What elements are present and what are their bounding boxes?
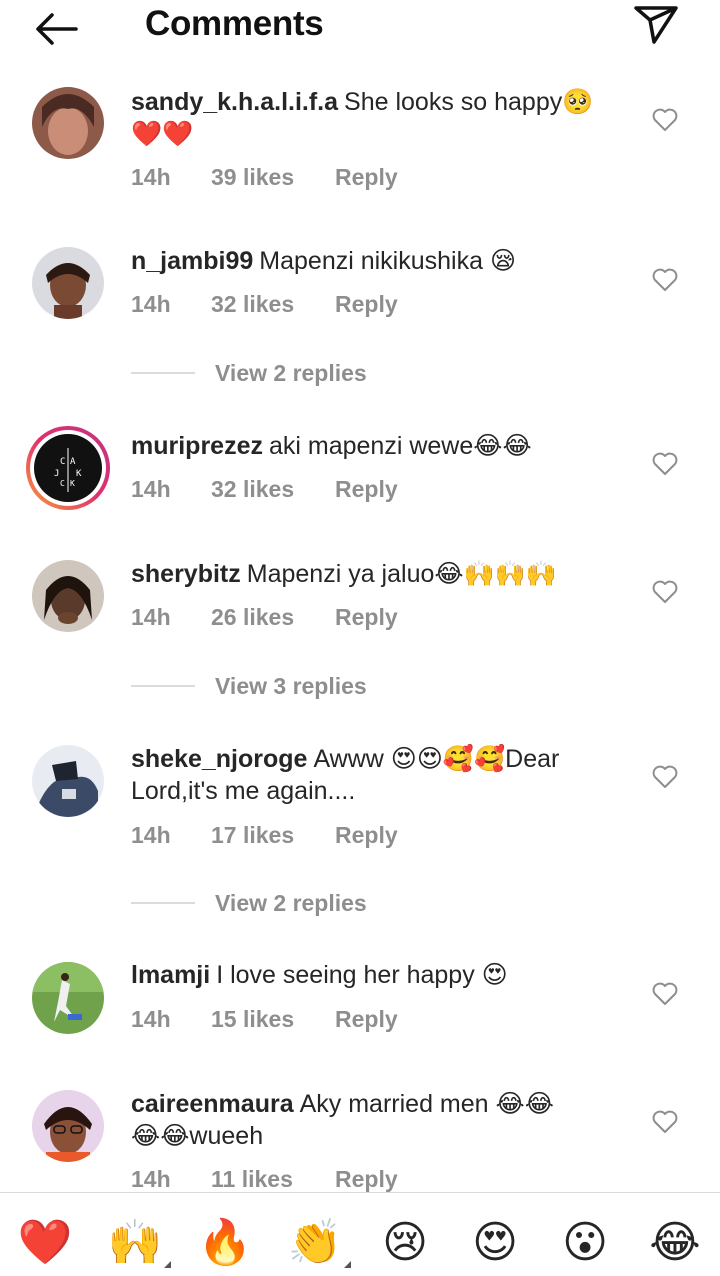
comment-username[interactable]: sheke_njoroge: [131, 745, 307, 773]
comment-likes[interactable]: 39 likes: [211, 164, 335, 191]
svg-text:C: C: [60, 457, 65, 467]
comment-text: lmamji I love seeing her happy 😍: [131, 959, 621, 991]
divider-line: [131, 902, 195, 904]
heart-emoji-button[interactable]: ❤️: [17, 1215, 73, 1271]
view-replies-label: View 3 replies: [215, 672, 367, 699]
comment-meta: 14h 39 likes Reply: [131, 164, 398, 191]
view-replies-button[interactable]: View 2 replies: [131, 888, 367, 918]
avatar[interactable]: [32, 1090, 104, 1162]
comment-body: I love seeing her happy 😍: [216, 961, 508, 989]
crying-emoji-button[interactable]: 😢: [377, 1215, 433, 1271]
comment-username[interactable]: caireenmaura: [131, 1090, 294, 1118]
skin-tone-indicator-icon: [344, 1261, 351, 1268]
comment-time: 14h: [131, 476, 171, 502]
reply-button[interactable]: Reply: [335, 1006, 398, 1033]
comment-body: She looks so happy🥺: [344, 88, 594, 116]
like-heart-icon[interactable]: [652, 452, 678, 476]
comment-meta: 14h 17 likes Reply: [131, 822, 398, 849]
comment-likes[interactable]: 15 likes: [211, 1006, 335, 1033]
reply-button[interactable]: Reply: [335, 604, 398, 631]
reply-button[interactable]: Reply: [335, 476, 398, 503]
comment-body: Awww 😍😍🥰🥰Dear: [313, 745, 560, 773]
comment-likes[interactable]: 11 likes: [211, 1166, 335, 1193]
svg-text:K: K: [70, 479, 75, 488]
reply-button[interactable]: Reply: [335, 1166, 398, 1193]
comment-username[interactable]: n_jambi99: [131, 247, 253, 275]
divider-line: [131, 685, 195, 687]
surprised-emoji-button[interactable]: 😮: [557, 1215, 613, 1271]
reply-button[interactable]: Reply: [335, 822, 398, 849]
heart-eyes-emoji-button[interactable]: 😍: [467, 1215, 523, 1271]
send-icon[interactable]: [632, 2, 680, 46]
like-heart-icon[interactable]: [652, 108, 678, 132]
page-title: Comments: [145, 4, 324, 43]
comment-body: Mapenzi nikikushika 😪: [259, 247, 517, 275]
avatar[interactable]: [32, 87, 104, 159]
emoji-reaction-bar: ❤️ 🙌 🔥 👏 😢 😍 😮 😂: [0, 1192, 720, 1276]
avatar[interactable]: [32, 560, 104, 632]
avatar[interactable]: [32, 247, 104, 319]
comment-text: sandy_k.h.a.l.i.f.a She looks so happy🥺 ❤…: [131, 86, 621, 150]
comment-meta: 14h 26 likes Reply: [131, 604, 398, 631]
comment-text: muriprezez aki mapenzi wewe😂😂: [131, 430, 621, 462]
comment-meta: 14h 32 likes Reply: [131, 291, 398, 318]
comment-text: caireenmaura Aky married men 😂😂 😂😂wueeh: [131, 1088, 621, 1152]
comment-body: aki mapenzi wewe😂😂: [268, 432, 532, 460]
svg-text:C: C: [60, 479, 65, 488]
comment-meta: 14h 11 likes Reply: [131, 1166, 398, 1193]
comment-meta: 14h 32 likes Reply: [131, 476, 398, 503]
comment-likes[interactable]: 32 likes: [211, 291, 335, 318]
reply-button[interactable]: Reply: [335, 164, 398, 191]
skin-tone-indicator-icon: [164, 1261, 171, 1268]
comment-time: 14h: [131, 604, 171, 630]
like-heart-icon[interactable]: [652, 1110, 678, 1134]
comment-body: Mapenzi ya jaluo😂🙌🙌🙌: [246, 560, 557, 588]
svg-text:A: A: [70, 457, 76, 467]
comment-username[interactable]: muriprezez: [131, 432, 263, 460]
avatar[interactable]: [32, 962, 104, 1034]
comment-body-line2: Lord,it's me again....: [131, 777, 356, 805]
comment-text: sheke_njoroge Awww 😍😍🥰🥰Dear Lord,it's me …: [131, 743, 621, 807]
comment-meta: 14h 15 likes Reply: [131, 1006, 398, 1033]
svg-text:K: K: [76, 469, 82, 479]
fire-emoji-button[interactable]: 🔥: [197, 1215, 253, 1271]
like-heart-icon[interactable]: [652, 268, 678, 292]
like-heart-icon[interactable]: [652, 982, 678, 1006]
comment-body: Aky married men 😂😂: [299, 1090, 554, 1118]
comment-time: 14h: [131, 164, 171, 190]
clapping-emoji-button[interactable]: 👏: [287, 1215, 343, 1271]
view-replies-label: View 2 replies: [215, 889, 367, 916]
view-replies-button[interactable]: View 2 replies: [131, 358, 367, 388]
svg-text:J: J: [54, 469, 59, 479]
comment-time: 14h: [131, 1006, 171, 1032]
comment-likes[interactable]: 17 likes: [211, 822, 335, 849]
back-arrow-icon[interactable]: [32, 9, 80, 49]
comment-time: 14h: [131, 1166, 171, 1192]
view-replies-label: View 2 replies: [215, 359, 367, 386]
divider-line: [131, 372, 195, 374]
reply-button[interactable]: Reply: [335, 291, 398, 318]
comment-text: sherybitz Mapenzi ya jaluo😂🙌🙌🙌: [131, 558, 621, 590]
comment-username[interactable]: sandy_k.h.a.l.i.f.a: [131, 88, 338, 116]
comment-body-line2: ❤️❤️: [131, 120, 194, 148]
comment-time: 14h: [131, 822, 171, 848]
comment-username[interactable]: lmamji: [131, 961, 210, 989]
comment-likes[interactable]: 32 likes: [211, 476, 335, 503]
view-replies-button[interactable]: View 3 replies: [131, 671, 367, 701]
avatar[interactable]: C A J K C K: [24, 424, 112, 512]
laughing-emoji-button[interactable]: 😂: [647, 1215, 703, 1271]
raising-hands-emoji-button[interactable]: 🙌: [107, 1215, 163, 1271]
comment-body-line2: 😂😂wueeh: [131, 1122, 264, 1150]
comment-time: 14h: [131, 291, 171, 317]
comment-text: n_jambi99 Mapenzi nikikushika 😪: [131, 245, 621, 277]
avatar[interactable]: [32, 745, 104, 817]
like-heart-icon[interactable]: [652, 765, 678, 789]
like-heart-icon[interactable]: [652, 580, 678, 604]
top-bar: Comments: [0, 0, 720, 56]
comment-likes[interactable]: 26 likes: [211, 604, 335, 631]
comment-username[interactable]: sherybitz: [131, 560, 241, 588]
